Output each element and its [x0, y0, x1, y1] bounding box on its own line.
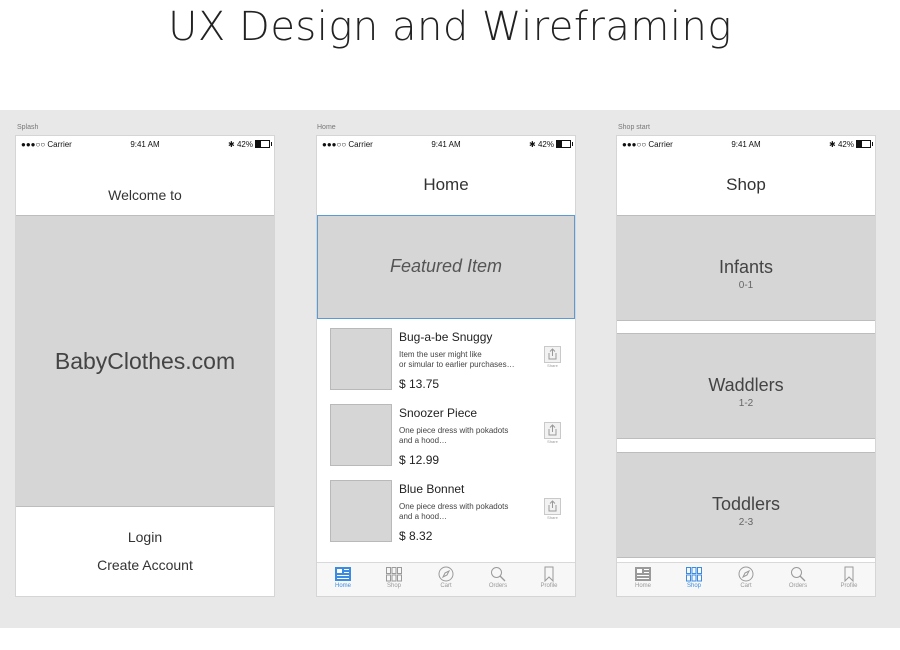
compass-icon — [738, 566, 754, 582]
search-icon — [791, 567, 806, 582]
share-label: Share — [547, 363, 558, 368]
category-name: Infants — [718, 257, 774, 277]
product-list-item[interactable]: Bug-a-be Snuggy Item the user might like… — [317, 328, 575, 398]
tab-cart[interactable]: Cart — [420, 566, 472, 589]
home-icon — [335, 567, 351, 581]
product-price: $ 12.99 — [399, 453, 440, 467]
product-description: One piece dress with pokadots and a hood… — [399, 502, 509, 521]
share-button[interactable] — [544, 422, 561, 439]
bookmark-icon — [544, 566, 554, 582]
battery-icon — [856, 140, 873, 148]
category-age-range: 2-3 — [738, 517, 754, 528]
login-link[interactable]: Login — [16, 529, 274, 545]
battery-status: ✱ 42% — [529, 140, 573, 149]
tab-label: Profile — [540, 583, 558, 589]
artboard-label-home: Home — [317, 124, 336, 131]
product-name: Blue Bonnet — [399, 482, 465, 496]
search-icon — [491, 567, 506, 582]
product-thumbnail — [330, 328, 392, 390]
shop-screen: ●●●○○ Carrier 9:41 AM ✱ 42% Shop Infants… — [616, 135, 876, 597]
nav-title: Shop — [726, 175, 766, 194]
status-bar: ●●●○○ Carrier 9:41 AM ✱ 42% — [16, 136, 274, 156]
share-icon — [548, 348, 557, 360]
status-bar: ●●●○○ Carrier 9:41 AM ✱ 42% — [317, 136, 575, 156]
product-name: Bug-a-be Snuggy — [399, 330, 493, 344]
category-name: Toddlers — [711, 494, 781, 514]
grid-icon — [686, 567, 702, 582]
tab-label: Home — [334, 583, 351, 589]
bookmark-icon — [844, 566, 854, 582]
product-description: Item the user might like or simular to ea… — [399, 350, 515, 369]
tab-shop[interactable]: Shop — [668, 566, 720, 589]
artboard-label-shop: Shop start — [618, 124, 650, 131]
artboard-label-splash: Splash — [17, 124, 39, 131]
home-screen: ●●●○○ Carrier 9:41 AM ✱ 42% Home Feature… — [316, 135, 576, 597]
share-button[interactable] — [544, 346, 561, 363]
product-thumbnail — [330, 480, 392, 542]
tab-label: Shop — [686, 583, 701, 589]
create-account-link[interactable]: Create Account — [16, 557, 274, 573]
tab-label: Profile — [840, 583, 858, 589]
featured-item-label: Featured Item — [389, 256, 503, 276]
product-list-item[interactable]: Snoozer Piece One piece dress with pokad… — [317, 404, 575, 474]
share-icon — [548, 424, 557, 436]
tab-label: Orders — [488, 583, 508, 589]
grid-icon — [386, 567, 402, 582]
product-name: Snoozer Piece — [399, 406, 478, 420]
product-price: $ 8.32 — [399, 529, 433, 543]
share-icon — [548, 500, 557, 512]
tab-home[interactable]: Home — [617, 566, 669, 589]
tab-shop[interactable]: Shop — [368, 566, 420, 589]
category-name: Waddlers — [708, 375, 784, 395]
splash-screen: ●●●○○ Carrier 9:41 AM ✱ 42% Welcome to B… — [15, 135, 275, 597]
status-bar: ●●●○○ Carrier 9:41 AM ✱ 42% — [617, 136, 875, 156]
tab-cart[interactable]: Cart — [720, 566, 772, 589]
bluetooth-icon: ✱ — [228, 140, 235, 149]
hero-image-placeholder: BabyClothes.com — [16, 215, 274, 507]
tab-orders[interactable]: Orders — [772, 566, 824, 589]
featured-item-banner[interactable]: Featured Item — [317, 215, 575, 319]
tab-label: Shop — [386, 583, 401, 589]
home-icon — [635, 567, 651, 581]
battery-icon — [255, 140, 272, 148]
compass-icon — [438, 566, 454, 582]
design-canvas: Splash ●●●○○ Carrier 9:41 AM ✱ 42% Welco… — [0, 110, 900, 628]
brand-name: BabyClothes.com — [54, 348, 236, 374]
tab-label: Home — [634, 583, 651, 589]
tab-label: Orders — [788, 583, 808, 589]
category-waddlers[interactable]: Waddlers 1-2 — [617, 333, 875, 439]
category-age-range: 0-1 — [738, 280, 754, 291]
category-toddlers[interactable]: Toddlers 2-3 — [617, 452, 875, 558]
tab-home[interactable]: Home — [317, 566, 369, 589]
tab-label: Cart — [740, 583, 752, 589]
battery-status: ✱ 42% — [829, 140, 873, 149]
share-button[interactable] — [544, 498, 561, 515]
tab-orders[interactable]: Orders — [472, 566, 524, 589]
battery-status: ✱ 42% — [228, 140, 272, 149]
category-age-range: 1-2 — [738, 398, 754, 409]
share-label: Share — [547, 515, 558, 520]
product-list-item[interactable]: Blue Bonnet One piece dress with pokadot… — [317, 480, 575, 550]
category-infants[interactable]: Infants 0-1 — [617, 215, 875, 321]
bluetooth-icon: ✱ — [529, 140, 536, 149]
tab-label: Cart — [440, 583, 452, 589]
share-label: Share — [547, 439, 558, 444]
tab-bar: Home Shop Cart Orders Profile — [617, 562, 875, 596]
battery-icon — [556, 140, 573, 148]
nav-title: Home — [423, 175, 469, 194]
tab-profile[interactable]: Profile — [523, 566, 575, 589]
product-description: One piece dress with pokadots and a hood… — [399, 426, 509, 445]
product-price: $ 13.75 — [399, 377, 440, 391]
bluetooth-icon: ✱ — [829, 140, 836, 149]
product-thumbnail — [330, 404, 392, 466]
welcome-text: Welcome to — [108, 187, 182, 203]
tab-bar: Home Shop Cart Orders Profile — [317, 562, 575, 596]
page-title: UX Design and Wireframing — [168, 4, 732, 50]
tab-profile[interactable]: Profile — [823, 566, 875, 589]
